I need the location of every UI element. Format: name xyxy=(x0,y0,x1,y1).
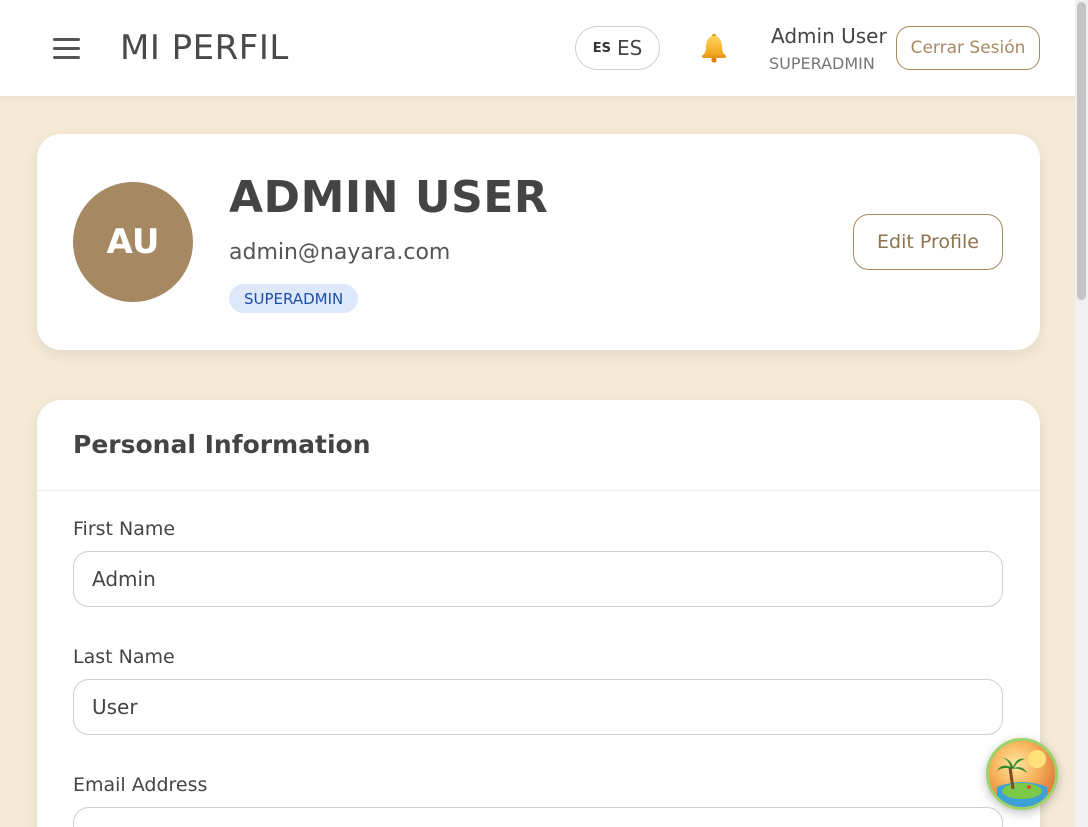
first-name-label: First Name xyxy=(73,518,176,540)
section-divider xyxy=(37,490,1040,491)
profile-email: admin@nayara.com xyxy=(229,240,451,265)
profile-name: ADMIN USER xyxy=(229,172,549,223)
language-selector-button[interactable]: ES ES xyxy=(575,26,660,70)
header-user-name: Admin User xyxy=(771,24,887,48)
page-title: MI PERFIL xyxy=(120,28,289,68)
profile-summary-card: AU ADMIN USER admin@nayara.com SUPERADMI… xyxy=(37,134,1040,350)
logout-button[interactable]: Cerrar Sesión xyxy=(896,26,1040,70)
email-address-label: Email Address xyxy=(73,774,208,796)
last-name-input[interactable] xyxy=(73,679,1003,735)
language-flag-icon: ES xyxy=(592,40,611,56)
app-viewport: MI PERFIL ES ES Admin User SUPERADMIN Ce… xyxy=(0,0,1088,827)
language-code: ES xyxy=(616,36,643,60)
email-address-input[interactable] xyxy=(73,807,1003,827)
section-title: Personal Information xyxy=(73,430,371,459)
bell-icon[interactable] xyxy=(700,33,728,63)
scrollbar-thumb[interactable] xyxy=(1077,2,1086,300)
last-name-label: Last Name xyxy=(73,646,175,668)
edit-profile-button[interactable]: Edit Profile xyxy=(853,214,1003,270)
role-badge: SUPERADMIN xyxy=(229,284,359,313)
first-name-input[interactable] xyxy=(73,551,1003,607)
top-bar: MI PERFIL ES ES Admin User SUPERADMIN Ce… xyxy=(0,0,1075,96)
island-illustration xyxy=(997,750,1047,807)
avatar: AU xyxy=(73,182,193,302)
personal-information-card: Personal Information First Name Last Nam… xyxy=(37,400,1040,827)
header-user-role: SUPERADMIN xyxy=(769,54,875,73)
island-chat-icon[interactable] xyxy=(986,738,1058,810)
hamburger-menu-icon[interactable] xyxy=(53,38,80,60)
